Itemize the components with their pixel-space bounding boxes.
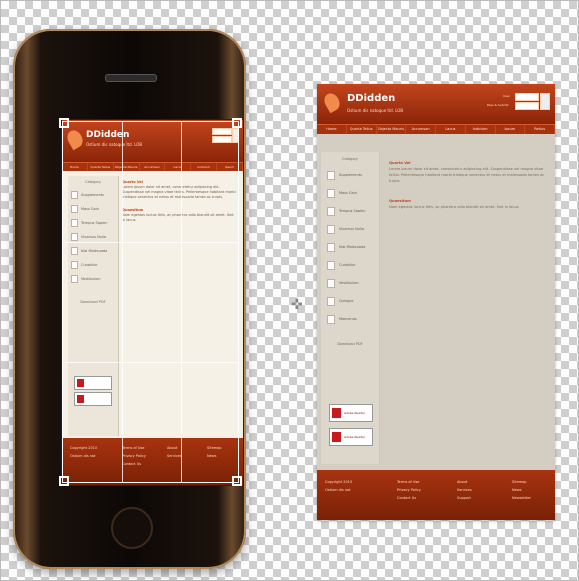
footer-link[interactable]: Sitemap (512, 480, 527, 484)
site-footer: Copyright 2010 Ostium dis nat Terms of U… (317, 470, 555, 520)
doc-icon (327, 260, 335, 270)
phone-speaker (105, 74, 157, 82)
doc-icon (327, 224, 335, 234)
footer-link[interactable]: Support (457, 496, 471, 500)
corner-handle[interactable] (59, 476, 69, 486)
footer-link[interactable]: Contact Us (397, 496, 416, 500)
sidebar-item[interactable]: Vestibulum (321, 274, 379, 292)
doc-icon (327, 206, 335, 216)
sidebar-item[interactable]: Quisque (321, 292, 379, 310)
pdf-badge[interactable]: Adobe Reader (329, 428, 373, 446)
nav-item[interactable]: Home (317, 125, 347, 134)
footer-link[interactable]: Newsletter (512, 496, 531, 500)
sidebar-item[interactable]: Mass Gain (321, 184, 379, 202)
footer-link[interactable]: News (512, 488, 521, 492)
website-page: DDidden Ostium dis natoque ltd. LOB User… (317, 84, 555, 520)
grid-line (63, 362, 238, 363)
corner-handle[interactable] (232, 476, 242, 486)
nav-item[interactable]: Quarta Tellus (347, 125, 377, 134)
editor-canvas: DDidden Ostium dis natoque ltd. LOB Home… (0, 0, 579, 581)
nav-item[interactable]: Indicium (466, 125, 496, 134)
sidebar-item[interactable]: Nisi Malesuada (321, 238, 379, 256)
site-tagline: Ostium dis natoque ltd. LOB (347, 108, 404, 113)
sidebar-item[interactable]: Supplements (321, 166, 379, 184)
main-content: Quarto Vel Lorem ipsum dolor sit amet, c… (389, 160, 547, 210)
sidebar-item[interactable]: Vivamus Nulla (321, 220, 379, 238)
corner-handle[interactable] (232, 118, 242, 128)
pdf-badge[interactable]: Adobe Reader (329, 404, 373, 422)
site-nav: Home Quarta Tellus Objecta Mauris Accums… (317, 124, 555, 134)
nav-item[interactable]: Ipsum (496, 125, 526, 134)
nav-item[interactable]: Objecta Mauris (377, 125, 407, 134)
transform-box[interactable] (59, 118, 242, 486)
pdf-icon (332, 408, 341, 418)
logo-icon (321, 90, 343, 114)
doc-icon (327, 278, 335, 288)
downloads-title: Download PDF (337, 342, 363, 346)
footer-link[interactable]: About (457, 480, 467, 484)
doc-icon (327, 296, 335, 306)
doc-icon (327, 314, 335, 324)
main-paragraph: Lorem ipsum dolor sit amet, consectetur … (389, 167, 545, 183)
username-input[interactable] (515, 93, 539, 101)
corner-handle[interactable] (59, 118, 69, 128)
nav-item[interactable]: Retius (525, 125, 555, 134)
footer-link[interactable]: Privacy Policy (397, 488, 421, 492)
grid-line (122, 122, 123, 482)
move-cursor-icon: ✜ (291, 297, 303, 313)
grid-line (63, 242, 238, 243)
site-header: DDidden Ostium dis natoque ltd. LOB User… (317, 84, 555, 124)
footer-link[interactable]: Services (457, 488, 472, 492)
sidebar-item[interactable]: Tempus Sapien (321, 202, 379, 220)
sidebar-item[interactable]: Maecenas (321, 310, 379, 328)
home-button[interactable] (111, 507, 153, 549)
pdf-icon (332, 432, 341, 442)
sidebar-item[interactable]: Curabitur (321, 256, 379, 274)
doc-icon (327, 188, 335, 198)
main-paragraph: Nam egestas luctus felis, ac pharetra od… (389, 205, 520, 209)
sidebar-title: Category (342, 157, 358, 161)
site-brand: DDidden (347, 93, 396, 104)
doc-icon (327, 242, 335, 252)
footer-link[interactable]: Terms of Use (397, 480, 419, 484)
nav-item[interactable]: Lacus (436, 125, 466, 134)
doc-icon (327, 170, 335, 180)
grid-line (181, 122, 182, 482)
nav-item[interactable]: Accumsan (406, 125, 436, 134)
password-input[interactable] (515, 102, 539, 110)
sidebar: Category Supplements Mass Gain Tempus Sa… (321, 152, 380, 464)
login-button[interactable] (540, 93, 550, 110)
